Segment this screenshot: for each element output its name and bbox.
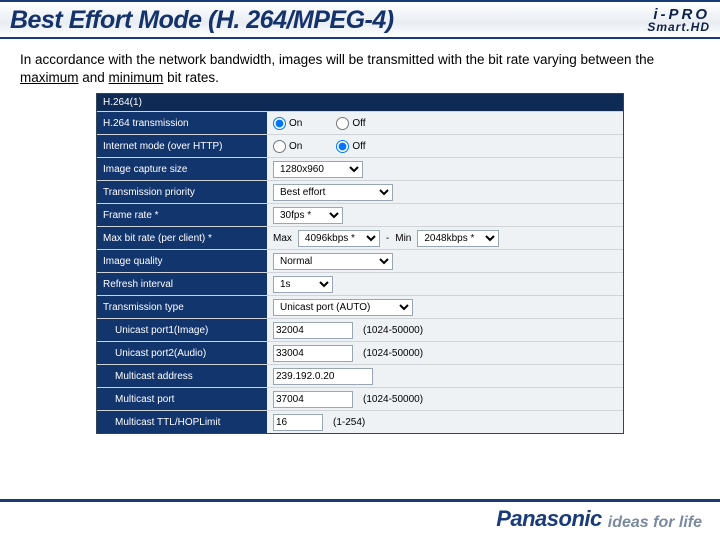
label-uport1: Unicast port1(Image) — [97, 319, 267, 341]
label-maddr: Multicast address — [97, 365, 267, 387]
ctrl-capsize: 1280x960 — [267, 158, 623, 180]
select-framerate[interactable]: 30fps * — [273, 207, 343, 224]
row-framerate: Frame rate * 30fps * — [97, 203, 623, 226]
label-mttl: Multicast TTL/HOPLimit — [97, 411, 267, 433]
ctrl-refresh: 1s — [267, 273, 623, 295]
ctrl-bitrate: Max 4096kbps * - Min 2048kbps * — [267, 227, 623, 249]
footer-brand: Panasonic — [496, 506, 602, 532]
radio-internet-off[interactable]: Off — [336, 140, 365, 153]
label-txtype: Transmission type — [97, 296, 267, 318]
row-transmission: H.264 transmission On Off — [97, 111, 623, 134]
footer-divider — [0, 499, 720, 502]
row-priority: Transmission priority Best effort — [97, 180, 623, 203]
hint-uport2: (1024-50000) — [363, 348, 423, 359]
intro-pre: In accordance with the network bandwidth… — [20, 52, 654, 67]
select-priority[interactable]: Best effort — [273, 184, 393, 201]
row-refresh: Refresh interval 1s — [97, 272, 623, 295]
hint-mport: (1024-50000) — [363, 394, 423, 405]
label-internet: Internet mode (over HTTP) — [97, 135, 267, 157]
row-capsize: Image capture size 1280x960 — [97, 157, 623, 180]
label-refresh: Refresh interval — [97, 273, 267, 295]
input-uport2[interactable] — [273, 345, 353, 362]
radio-on-input[interactable] — [273, 140, 286, 153]
ctrl-uport1: (1024-50000) — [267, 319, 623, 341]
label-transmission: H.264 transmission — [97, 112, 267, 134]
ctrl-maddr — [267, 365, 623, 387]
hint-mttl: (1-254) — [333, 417, 365, 428]
select-bitrate-max[interactable]: 4096kbps * — [298, 230, 380, 247]
radio-on-input[interactable] — [273, 117, 286, 130]
footer: Panasonic ideas for life — [0, 506, 720, 532]
select-txtype[interactable]: Unicast port (AUTO) — [273, 299, 413, 316]
bitrate-min-label: Min — [395, 233, 411, 244]
label-framerate: Frame rate * — [97, 204, 267, 226]
ctrl-uport2: (1024-50000) — [267, 342, 623, 364]
label-bitrate: Max bit rate (per client) * — [97, 227, 267, 249]
select-refresh[interactable]: 1s — [273, 276, 333, 293]
title-bar: Best Effort Mode (H. 264/MPEG-4) i-PRO S… — [0, 0, 720, 39]
label-mport: Multicast port — [97, 388, 267, 410]
row-quality: Image quality Normal — [97, 249, 623, 272]
intro-post: bit rates. — [163, 70, 219, 85]
row-mport: Multicast port (1024-50000) — [97, 387, 623, 410]
label-uport2: Unicast port2(Audio) — [97, 342, 267, 364]
ctrl-quality: Normal — [267, 250, 623, 272]
ctrl-mttl: (1-254) — [267, 411, 623, 433]
label-priority: Transmission priority — [97, 181, 267, 203]
radio-off-input[interactable] — [336, 117, 349, 130]
select-bitrate-min[interactable]: 2048kbps * — [417, 230, 499, 247]
ctrl-transmission: On Off — [267, 112, 623, 134]
intro-mid: and — [79, 70, 109, 85]
row-txtype: Transmission type Unicast port (AUTO) — [97, 295, 623, 318]
section-header: H.264(1) — [97, 94, 623, 111]
ctrl-framerate: 30fps * — [267, 204, 623, 226]
page-title: Best Effort Mode (H. 264/MPEG-4) — [10, 6, 394, 35]
brand-logo: i-PRO Smart.HD — [647, 8, 710, 34]
intro-text: In accordance with the network bandwidth… — [0, 39, 720, 93]
row-uport2: Unicast port2(Audio) (1024-50000) — [97, 341, 623, 364]
settings-panel: H.264(1) H.264 transmission On Off Inter… — [96, 93, 624, 434]
input-uport1[interactable] — [273, 322, 353, 339]
intro-min: minimum — [109, 70, 164, 85]
radio-transmission-off[interactable]: Off — [336, 117, 365, 130]
row-maddr: Multicast address — [97, 364, 623, 387]
hint-uport1: (1024-50000) — [363, 325, 423, 336]
row-internet: Internet mode (over HTTP) On Off — [97, 134, 623, 157]
radio-off-input[interactable] — [336, 140, 349, 153]
input-maddr[interactable] — [273, 368, 373, 385]
select-quality[interactable]: Normal — [273, 253, 393, 270]
bitrate-dash: - — [386, 233, 389, 244]
input-mport[interactable] — [273, 391, 353, 408]
label-capsize: Image capture size — [97, 158, 267, 180]
radio-transmission-on[interactable]: On — [273, 117, 302, 130]
ctrl-priority: Best effort — [267, 181, 623, 203]
intro-max: maximum — [20, 70, 79, 85]
ctrl-txtype: Unicast port (AUTO) — [267, 296, 623, 318]
row-mttl: Multicast TTL/HOPLimit (1-254) — [97, 410, 623, 433]
row-bitrate: Max bit rate (per client) * Max 4096kbps… — [97, 226, 623, 249]
label-quality: Image quality — [97, 250, 267, 272]
ctrl-mport: (1024-50000) — [267, 388, 623, 410]
footer-tagline: ideas for life — [608, 514, 702, 532]
input-mttl[interactable] — [273, 414, 323, 431]
row-uport1: Unicast port1(Image) (1024-50000) — [97, 318, 623, 341]
brand-bot: Smart.HD — [647, 22, 710, 33]
select-capsize[interactable]: 1280x960 — [273, 161, 363, 178]
bitrate-max-label: Max — [273, 233, 292, 244]
radio-internet-on[interactable]: On — [273, 140, 302, 153]
ctrl-internet: On Off — [267, 135, 623, 157]
